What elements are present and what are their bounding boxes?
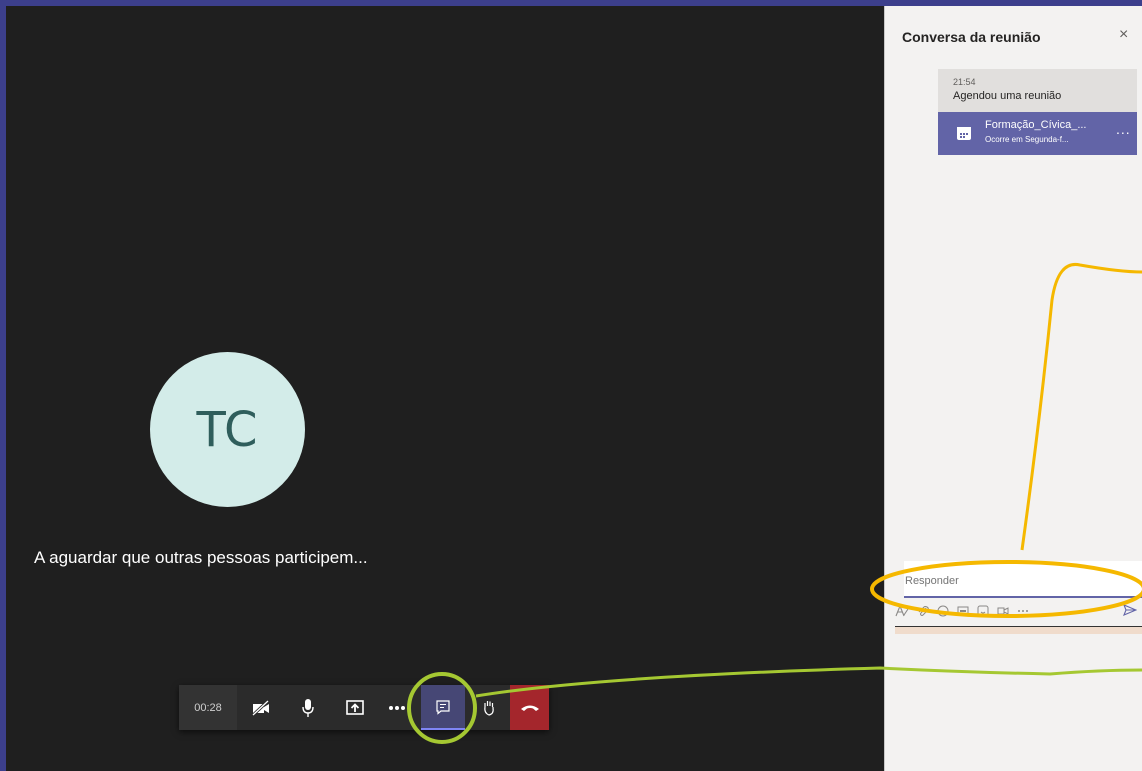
more-options-icon[interactable] bbox=[1017, 609, 1029, 613]
call-timer: 00:28 bbox=[179, 685, 237, 730]
card-more-icon[interactable]: ... bbox=[1116, 121, 1131, 137]
message-time: 21:54 bbox=[953, 77, 976, 87]
close-icon[interactable]: × bbox=[1119, 26, 1128, 44]
sticker-icon[interactable] bbox=[977, 605, 989, 617]
emoji-icon[interactable] bbox=[937, 605, 949, 617]
calendar-icon bbox=[957, 127, 971, 140]
chat-message: 21:54 Agendou uma reunião Formação_Cívic… bbox=[938, 69, 1137, 155]
share-screen-button[interactable] bbox=[337, 685, 373, 730]
hang-up-icon bbox=[520, 705, 539, 711]
chat-button[interactable] bbox=[421, 685, 465, 730]
camera-off-icon bbox=[251, 699, 270, 716]
meeting-card-subtitle: Ocorre em Segunda-f... bbox=[985, 135, 1069, 144]
raise-hand-icon bbox=[484, 700, 494, 716]
more-actions-icon bbox=[389, 705, 405, 710]
format-icon[interactable] bbox=[895, 605, 909, 617]
reply-box[interactable] bbox=[904, 561, 1142, 598]
avatar: TC bbox=[150, 352, 305, 507]
meeting-card[interactable]: Formação_Cívica_... Ocorre em Segunda-f.… bbox=[938, 112, 1137, 155]
raise-hand-button[interactable] bbox=[471, 685, 507, 730]
call-toolbar: 00:28 bbox=[179, 685, 549, 730]
reply-input[interactable] bbox=[904, 570, 1125, 587]
panel-title: Conversa da reunião bbox=[902, 29, 1041, 45]
avatar-initials: TC bbox=[196, 401, 259, 458]
camera-toggle-button[interactable] bbox=[243, 685, 279, 730]
waiting-message: A aguardar que outras pessoas participem… bbox=[34, 548, 368, 567]
message-header: 21:54 Agendou uma reunião bbox=[938, 69, 1137, 112]
chat-icon bbox=[436, 699, 450, 715]
message-text: Agendou uma reunião bbox=[953, 90, 1062, 102]
meeting-card-title: Formação_Cívica_... bbox=[985, 119, 1087, 131]
more-actions-button[interactable] bbox=[379, 685, 415, 730]
gif-icon[interactable] bbox=[957, 605, 969, 617]
meet-icon[interactable] bbox=[997, 605, 1009, 617]
microphone-icon bbox=[302, 698, 314, 717]
compose-toolbar bbox=[895, 602, 1142, 620]
meeting-chat-panel: Conversa da reunião × 21:54 Agendou uma … bbox=[884, 6, 1142, 771]
divider bbox=[895, 626, 1142, 634]
hang-up-button[interactable] bbox=[510, 685, 549, 730]
video-stage: TC A aguardar que outras pessoas partici… bbox=[6, 6, 884, 771]
send-icon[interactable] bbox=[1123, 604, 1137, 616]
share-screen-icon bbox=[346, 699, 364, 715]
attach-icon[interactable] bbox=[917, 605, 929, 617]
microphone-button[interactable] bbox=[290, 685, 326, 730]
